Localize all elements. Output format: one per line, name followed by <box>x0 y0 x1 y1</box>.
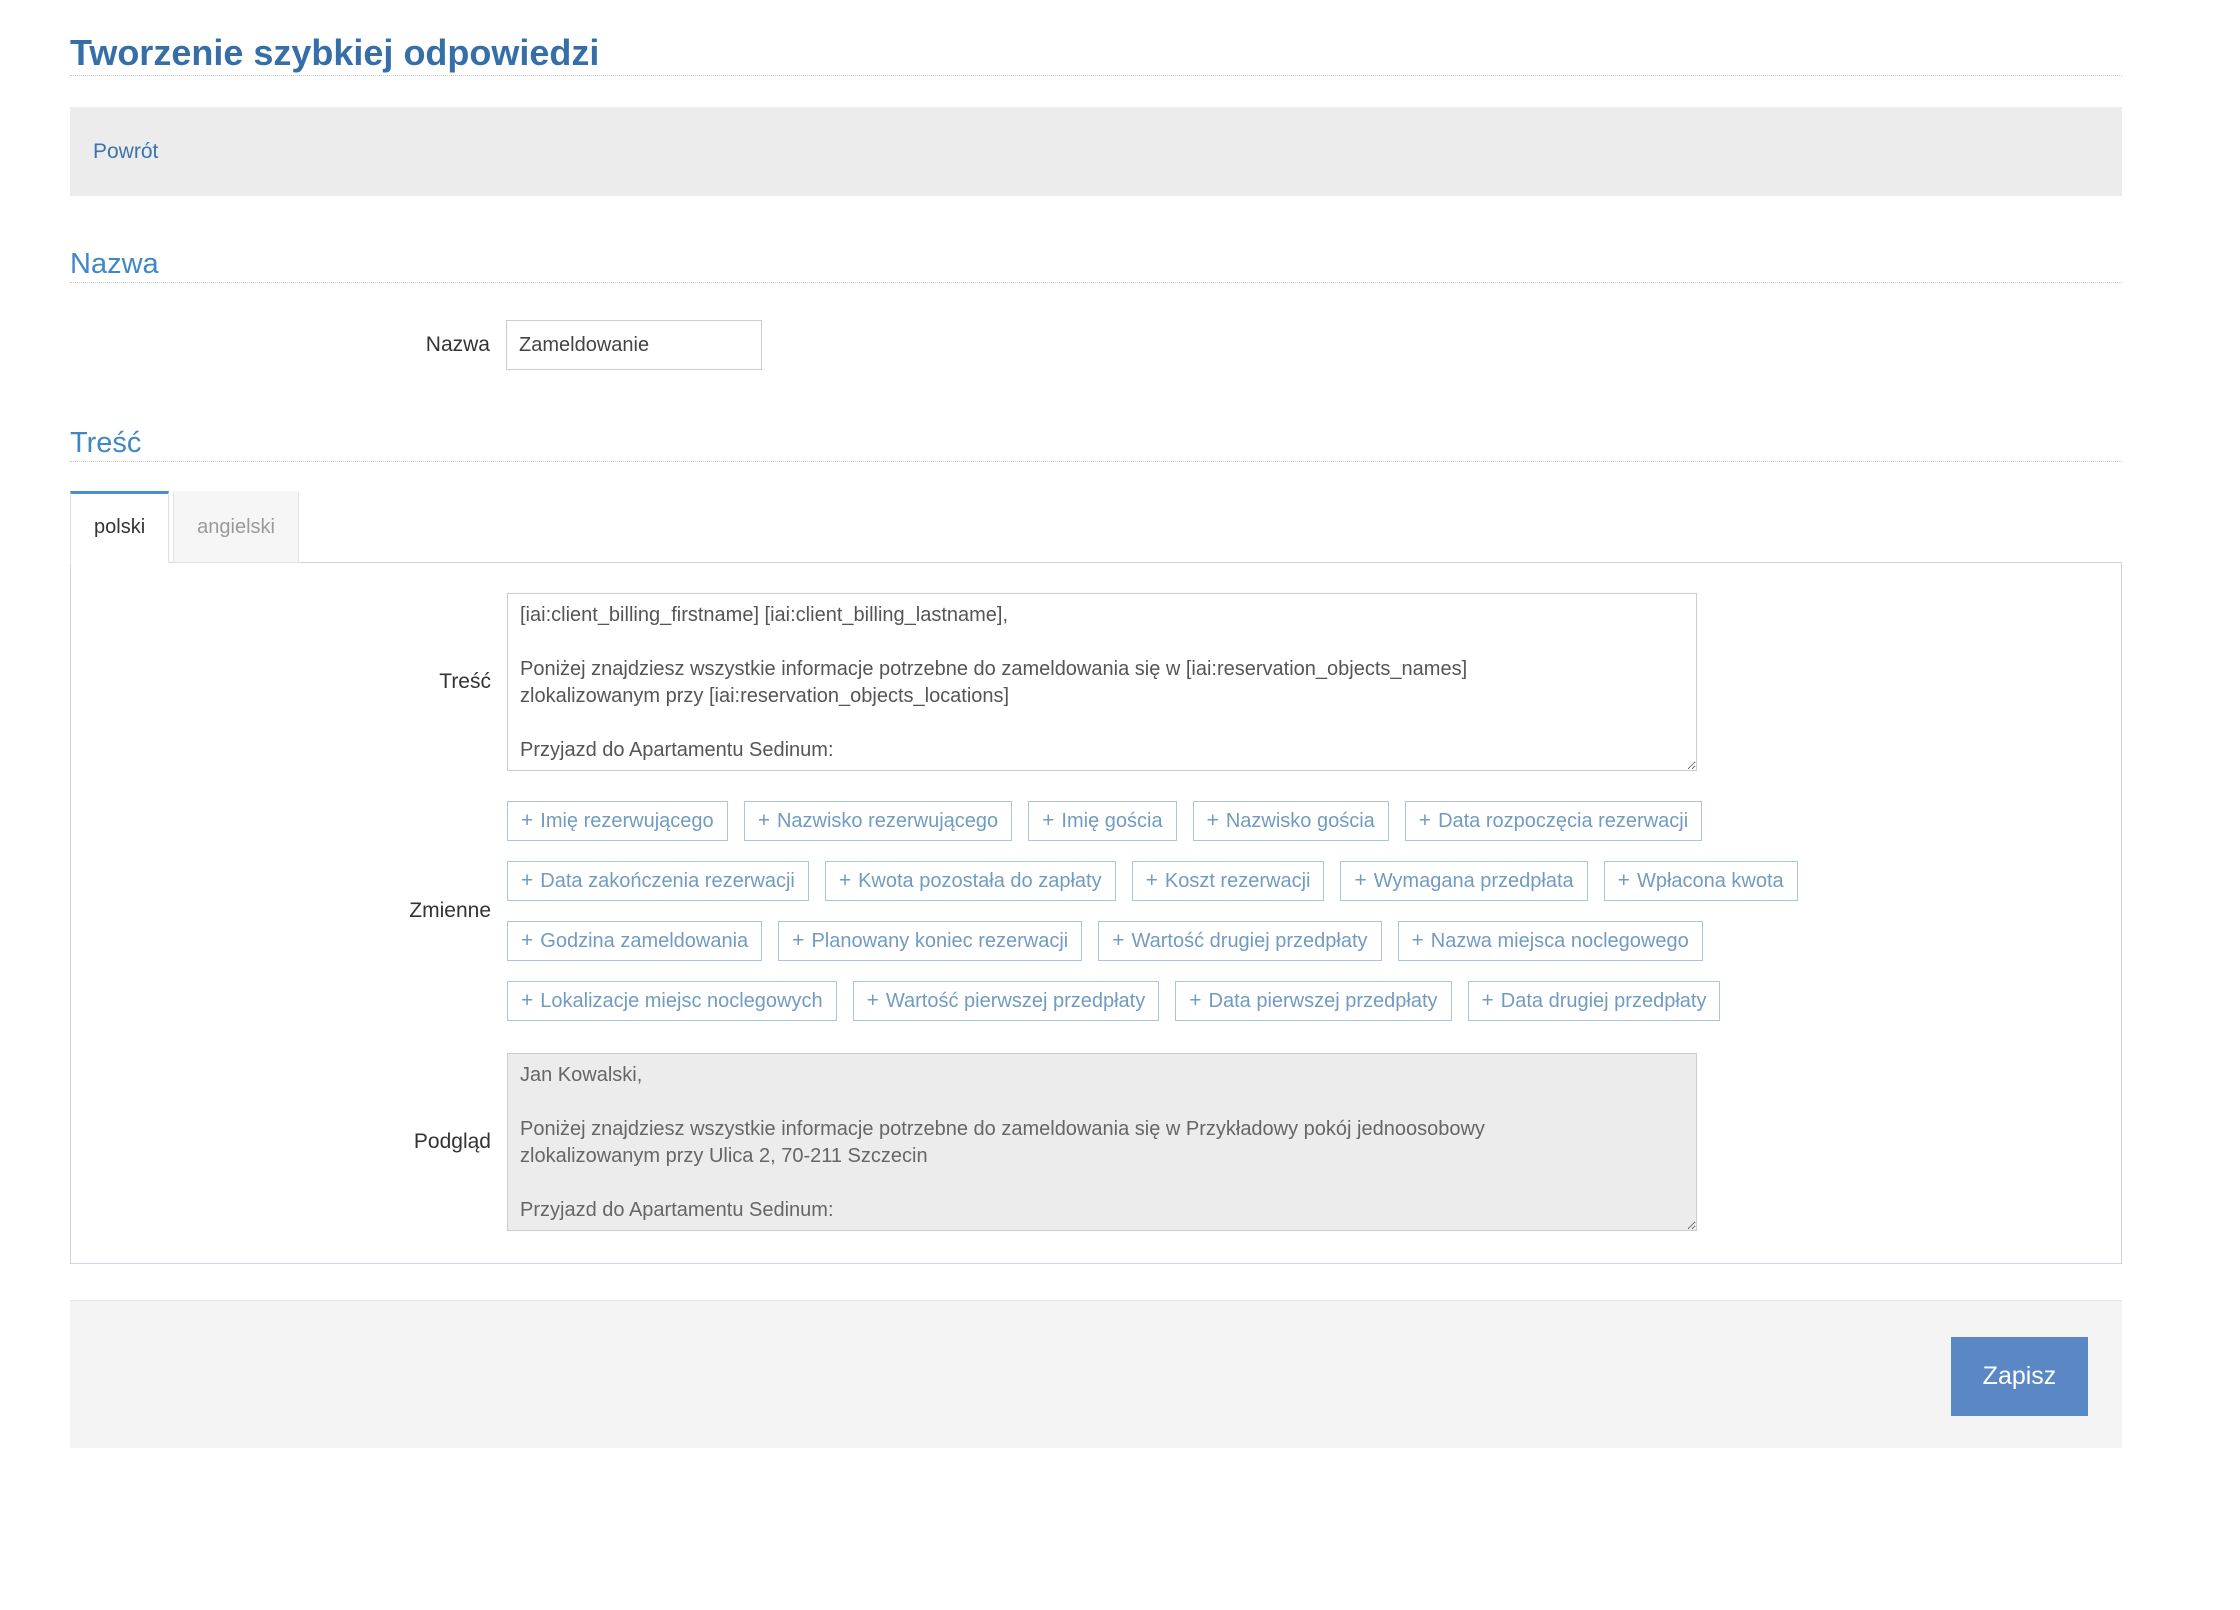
variable-button-label: Wymagana przedpłata <box>1374 870 1574 893</box>
content-textarea[interactable]: [iai:client_billing_firstname] [iai:clie… <box>507 593 1697 771</box>
plus-icon: + <box>867 989 879 1013</box>
plus-icon: + <box>1146 869 1158 893</box>
section-heading-name: Nazwa <box>70 246 2122 282</box>
variables-row-3: + Godzina zameldowania + Planowany koniec … <box>507 921 1798 961</box>
plus-icon: + <box>1618 869 1630 893</box>
plus-icon: + <box>839 869 851 893</box>
plus-icon: + <box>1412 929 1424 953</box>
plus-icon: + <box>521 809 533 833</box>
variables-row-1: + Imię rezerwującego + Nazwisko rezerwując… <box>507 801 1798 841</box>
variable-button[interactable]: + Data rozpoczęcia rezerwacji <box>1405 801 1702 841</box>
variable-button[interactable]: + Wymagana przedpłata <box>1340 861 1587 901</box>
variable-button[interactable]: + Wpłacona kwota <box>1604 861 1798 901</box>
name-field-row: Nazwa <box>70 320 2122 370</box>
variable-button[interactable]: + Wartość drugiej przedpłaty <box>1098 921 1381 961</box>
separator <box>70 461 2122 462</box>
section-heading-content: Treść <box>70 425 2122 461</box>
plus-icon: + <box>521 869 533 893</box>
variable-button[interactable]: + Data zakończenia rezerwacji <box>507 861 809 901</box>
variable-button[interactable]: + Kwota pozostała do zapłaty <box>825 861 1116 901</box>
footer-bar: Zapisz <box>70 1300 2122 1448</box>
save-button[interactable]: Zapisz <box>1951 1337 2088 1416</box>
variable-button-label: Nazwisko rezerwującego <box>777 810 998 833</box>
variable-button-label: Wpłacona kwota <box>1637 870 1784 893</box>
plus-icon: + <box>1112 929 1124 953</box>
variable-button[interactable]: + Nazwisko gościa <box>1193 801 1389 841</box>
variable-button[interactable]: + Data pierwszej przedpłaty <box>1175 981 1451 1021</box>
variable-button[interactable]: + Nazwisko rezerwującego <box>744 801 1012 841</box>
preview-label: Podgląd <box>71 1130 507 1154</box>
variable-button-label: Data rozpoczęcia rezerwacji <box>1438 810 1688 833</box>
content-field-label: Treść <box>71 670 507 694</box>
plus-icon: + <box>758 809 770 833</box>
name-input[interactable] <box>506 320 762 370</box>
tab-polski[interactable]: polski <box>70 491 169 563</box>
variable-button[interactable]: + Wartość pierwszej przedpłaty <box>853 981 1160 1021</box>
variable-button-label: Wartość drugiej przedpłaty <box>1132 930 1368 953</box>
variables-label: Zmienne <box>71 899 507 923</box>
language-tabs: polski angielski <box>70 491 2122 562</box>
variable-button-label: Data zakończenia rezerwacji <box>540 870 795 893</box>
separator <box>70 75 2122 76</box>
preview-textarea[interactable]: Jan Kowalski, Poniżej znajdziesz wszystk… <box>507 1053 1697 1231</box>
variable-button-label: Imię gościa <box>1061 810 1162 833</box>
plus-icon: + <box>1354 869 1366 893</box>
variable-button[interactable]: + Nazwa miejsca noclegowego <box>1398 921 1703 961</box>
plus-icon: + <box>1207 809 1219 833</box>
variables-row: Zmienne + Imię rezerwującego + Nazwisko re… <box>71 801 2121 1021</box>
tab-content-panel: Treść [iai:client_billing_firstname] [ia… <box>70 562 2122 1264</box>
plus-icon: + <box>1042 809 1054 833</box>
variable-button[interactable]: + Data drugiej przedpłaty <box>1468 981 1721 1021</box>
tab-angielski[interactable]: angielski <box>173 491 299 563</box>
variable-button-label: Nazwa miejsca noclegowego <box>1431 930 1689 953</box>
page: Tworzenie szybkiej odpowiedzi Powrót Naz… <box>70 30 2122 1448</box>
plus-icon: + <box>1419 809 1431 833</box>
variable-button[interactable]: + Koszt rezerwacji <box>1132 861 1325 901</box>
variable-button[interactable]: + Planowany koniec rezerwacji <box>778 921 1082 961</box>
preview-row: Podgląd Jan Kowalski, Poniżej znajdziesz… <box>71 1053 2121 1231</box>
variable-button-label: Data drugiej przedpłaty <box>1501 990 1707 1013</box>
variable-button-label: Nazwisko gościa <box>1226 810 1375 833</box>
page-title: Tworzenie szybkiej odpowiedzi <box>70 30 2122 75</box>
variable-button-label: Data pierwszej przedpłaty <box>1209 990 1438 1013</box>
plus-icon: + <box>1482 989 1494 1013</box>
name-field-label: Nazwa <box>70 333 506 357</box>
variables-list: + Imię rezerwującego + Nazwisko rezerwując… <box>507 801 1798 1021</box>
plus-icon: + <box>521 989 533 1013</box>
toolbar: Powrót <box>70 107 2122 196</box>
variable-button[interactable]: + Imię rezerwującego <box>507 801 728 841</box>
variable-button-label: Kwota pozostała do zapłaty <box>858 870 1102 893</box>
back-link[interactable]: Powrót <box>93 140 158 164</box>
plus-icon: + <box>521 929 533 953</box>
variable-button-label: Lokalizacje miejsc noclegowych <box>540 990 822 1013</box>
variables-row-2: + Data zakończenia rezerwacji + Kwota pozo… <box>507 861 1798 901</box>
variable-button[interactable]: + Lokalizacje miejsc noclegowych <box>507 981 837 1021</box>
plus-icon: + <box>1189 989 1201 1013</box>
separator <box>70 282 2122 283</box>
plus-icon: + <box>792 929 804 953</box>
variable-button-label: Planowany koniec rezerwacji <box>811 930 1068 953</box>
variables-row-4: + Lokalizacje miejsc noclegowych + Wartość… <box>507 981 1798 1021</box>
variable-button-label: Godzina zameldowania <box>540 930 748 953</box>
variable-button[interactable]: + Godzina zameldowania <box>507 921 762 961</box>
variable-button-label: Imię rezerwującego <box>540 810 713 833</box>
variable-button-label: Wartość pierwszej przedpłaty <box>886 990 1145 1013</box>
variable-button[interactable]: + Imię gościa <box>1028 801 1176 841</box>
variable-button-label: Koszt rezerwacji <box>1165 870 1311 893</box>
content-field-row: Treść [iai:client_billing_firstname] [ia… <box>71 593 2121 771</box>
